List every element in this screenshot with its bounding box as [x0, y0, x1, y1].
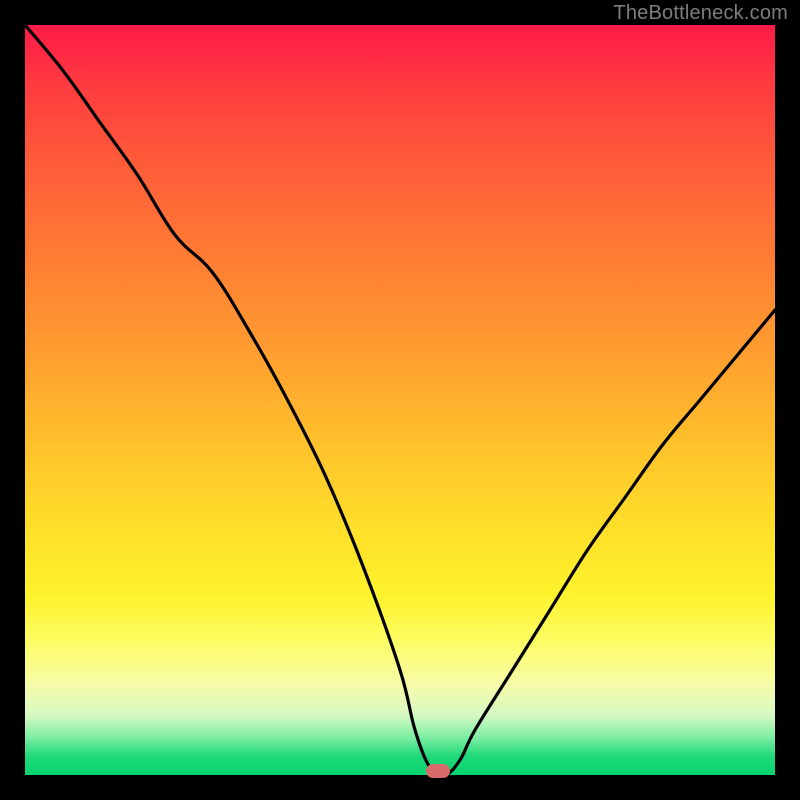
bottleneck-marker — [426, 764, 450, 778]
bottleneck-curve — [25, 25, 775, 775]
plot-area — [25, 25, 775, 775]
watermark-text: TheBottleneck.com — [613, 2, 788, 25]
chart-frame: TheBottleneck.com — [0, 0, 800, 800]
